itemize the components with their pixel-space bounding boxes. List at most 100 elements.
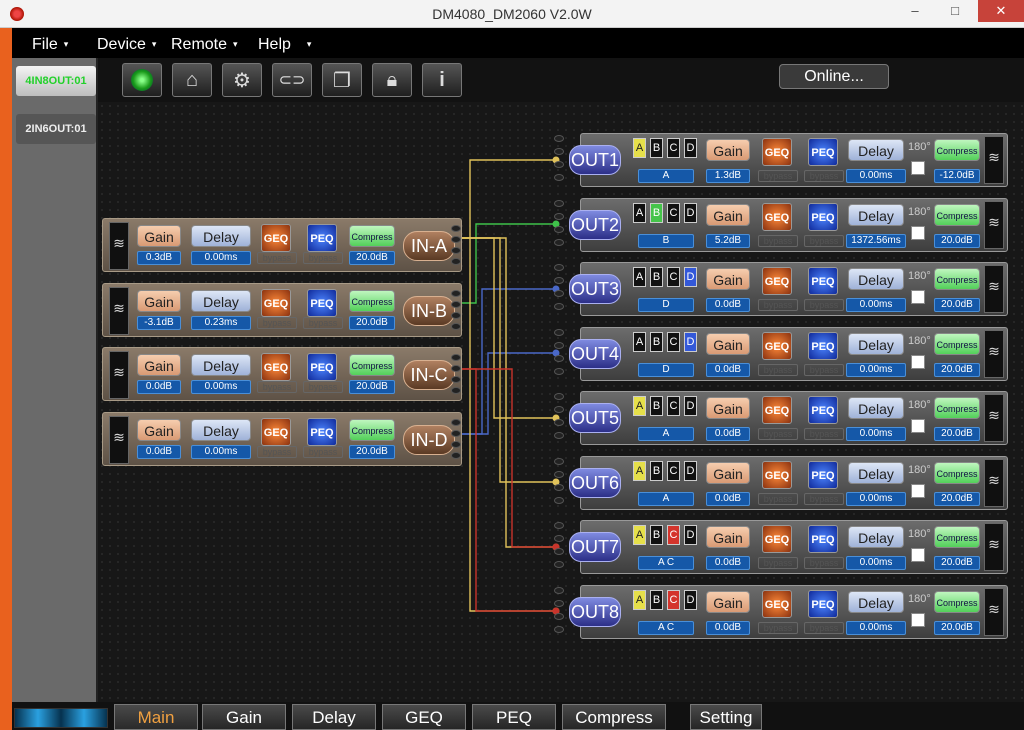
gain-button[interactable]: Gain xyxy=(137,419,181,441)
peq-button[interactable]: PEQ xyxy=(808,590,838,618)
geq-bypass[interactable]: bypass xyxy=(758,364,798,376)
peq-bypass[interactable]: bypass xyxy=(804,299,844,311)
source-toggle-a[interactable]: A xyxy=(633,332,646,352)
phase-invert-checkbox[interactable] xyxy=(911,548,925,562)
source-toggle-d[interactable]: D xyxy=(684,525,697,545)
tab-main[interactable]: Main xyxy=(114,704,198,730)
input-port[interactable] xyxy=(554,600,564,607)
input-port[interactable] xyxy=(554,535,564,542)
source-toggle-d[interactable]: D xyxy=(684,332,697,352)
source-toggle-b[interactable]: B xyxy=(650,332,663,352)
geq-bypass[interactable]: bypass xyxy=(257,317,297,329)
phase-invert-checkbox[interactable] xyxy=(911,226,925,240)
source-toggle-c[interactable]: C xyxy=(667,590,680,610)
input-port[interactable] xyxy=(554,239,564,246)
input-port[interactable] xyxy=(554,561,564,568)
output-port[interactable] xyxy=(451,430,461,437)
delay-button[interactable]: Delay xyxy=(191,290,251,312)
geq-bypass[interactable]: bypass xyxy=(257,252,297,264)
source-toggle-a[interactable]: A xyxy=(633,138,646,158)
input-port[interactable] xyxy=(554,200,564,207)
geq-button[interactable]: GEQ xyxy=(261,289,291,317)
geq-button[interactable]: GEQ xyxy=(762,396,792,424)
source-toggle-c[interactable]: C xyxy=(667,267,680,287)
tab-geq[interactable]: GEQ xyxy=(382,704,466,730)
source-toggle-d[interactable]: D xyxy=(684,461,697,481)
close-button[interactable]: ✕ xyxy=(978,0,1024,22)
output-port[interactable] xyxy=(451,247,461,254)
tab-setting[interactable]: Setting xyxy=(690,704,762,730)
compress-button[interactable]: Compress xyxy=(934,333,980,355)
source-toggle-b[interactable]: B xyxy=(650,138,663,158)
source-toggle-c[interactable]: C xyxy=(667,203,680,223)
compress-button[interactable]: Compress xyxy=(349,419,395,441)
minimize-button[interactable]: – xyxy=(900,0,930,22)
input-port[interactable] xyxy=(554,393,564,400)
input-port[interactable] xyxy=(554,174,564,181)
peq-bypass[interactable]: bypass xyxy=(303,317,343,329)
compress-button[interactable]: Compress xyxy=(349,290,395,312)
link-button[interactable]: ⊂⊃ xyxy=(272,63,312,97)
peq-button[interactable]: PEQ xyxy=(307,418,337,446)
peq-button[interactable]: PEQ xyxy=(808,267,838,295)
peq-button[interactable]: PEQ xyxy=(808,396,838,424)
output-port[interactable] xyxy=(451,441,461,448)
info-button[interactable]: i xyxy=(422,63,462,97)
maximize-button[interactable]: □ xyxy=(940,0,970,22)
output-port[interactable] xyxy=(451,258,461,265)
delay-button[interactable]: Delay xyxy=(848,139,904,161)
source-toggle-a[interactable]: A xyxy=(633,461,646,481)
compress-button[interactable]: Compress xyxy=(934,204,980,226)
input-port[interactable] xyxy=(554,264,564,271)
peq-button[interactable]: PEQ xyxy=(307,289,337,317)
source-toggle-b[interactable]: B xyxy=(650,267,663,287)
input-port[interactable] xyxy=(554,161,564,168)
geq-button[interactable]: GEQ xyxy=(762,590,792,618)
input-port[interactable] xyxy=(554,613,564,620)
input-port[interactable] xyxy=(554,226,564,233)
menu-help[interactable]: Help ▾ xyxy=(258,36,311,54)
output-port[interactable] xyxy=(451,312,461,319)
gain-button[interactable]: Gain xyxy=(137,225,181,247)
phase-invert-checkbox[interactable] xyxy=(911,290,925,304)
peq-bypass[interactable]: bypass xyxy=(804,428,844,440)
output-label-button[interactable]: OUT2 xyxy=(569,210,621,240)
geq-button[interactable]: GEQ xyxy=(762,332,792,360)
geq-bypass[interactable]: bypass xyxy=(758,557,798,569)
peq-button[interactable]: PEQ xyxy=(307,224,337,252)
delay-button[interactable]: Delay xyxy=(848,268,904,290)
output-port[interactable] xyxy=(451,323,461,330)
peq-button[interactable]: PEQ xyxy=(808,332,838,360)
tab-gain[interactable]: Gain xyxy=(202,704,286,730)
menu-device[interactable]: Device ▾ xyxy=(97,36,156,54)
input-port[interactable] xyxy=(554,458,564,465)
phase-invert-checkbox[interactable] xyxy=(911,484,925,498)
geq-button[interactable]: GEQ xyxy=(261,418,291,446)
tab-peq[interactable]: PEQ xyxy=(472,704,556,730)
input-label-button[interactable]: IN-B xyxy=(403,296,455,326)
output-port[interactable] xyxy=(451,301,461,308)
peq-bypass[interactable]: bypass xyxy=(804,622,844,634)
input-port[interactable] xyxy=(554,587,564,594)
delay-button[interactable]: Delay xyxy=(848,397,904,419)
gain-button[interactable]: Gain xyxy=(706,139,750,161)
output-label-button[interactable]: OUT8 xyxy=(569,597,621,627)
settings-button[interactable]: ⚙ xyxy=(222,63,262,97)
gain-button[interactable]: Gain xyxy=(706,462,750,484)
output-port[interactable] xyxy=(451,354,461,361)
geq-button[interactable]: GEQ xyxy=(762,461,792,489)
input-port[interactable] xyxy=(554,290,564,297)
gain-button[interactable]: Gain xyxy=(706,526,750,548)
input-port[interactable] xyxy=(554,368,564,375)
gain-button[interactable]: Gain xyxy=(706,268,750,290)
input-port[interactable] xyxy=(554,471,564,478)
input-label-button[interactable]: IN-D xyxy=(403,425,455,455)
input-port[interactable] xyxy=(554,626,564,633)
delay-button[interactable]: Delay xyxy=(191,354,251,376)
source-toggle-a[interactable]: A xyxy=(633,203,646,223)
input-port[interactable] xyxy=(554,342,564,349)
delay-button[interactable]: Delay xyxy=(848,462,904,484)
input-port[interactable] xyxy=(554,406,564,413)
input-label-button[interactable]: IN-C xyxy=(403,360,455,390)
input-port[interactable] xyxy=(554,355,564,362)
